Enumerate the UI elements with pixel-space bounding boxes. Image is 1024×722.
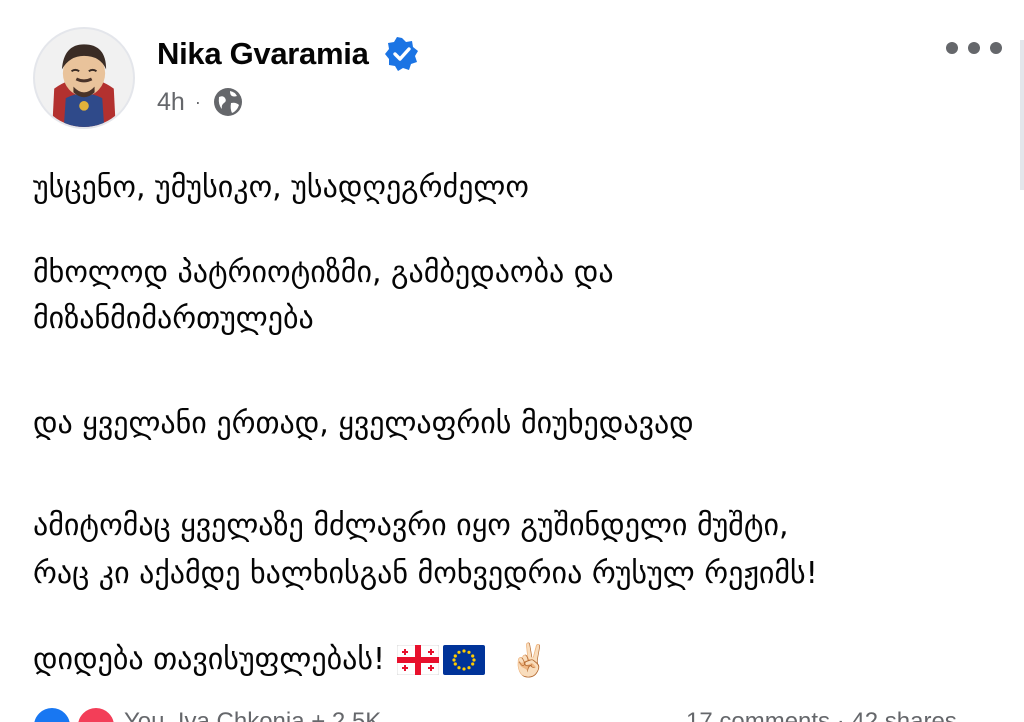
author-avatar[interactable] [33, 27, 135, 129]
post-paragraph: რაც კი აქამდე ხალხისგან მოხვედრია რუსულ … [33, 556, 818, 591]
post-paragraph: ამიტომაც ყველაზე მძლავრი იყო გუშინდელი მ… [33, 508, 789, 543]
flag-eu-icon [443, 645, 486, 675]
post-card: Nika Gvaramia 4h · უსცენო, უმუსიკო, უსად… [0, 0, 1024, 722]
post-paragraph: უსცენო, უმუსიკო, უსადღეგრძელო [33, 170, 529, 205]
love-reaction-icon[interactable] [76, 706, 116, 722]
more-dot-icon [946, 42, 958, 54]
post-timestamp[interactable]: 4h [157, 88, 185, 117]
more-dot-icon [990, 42, 1002, 54]
post-paragraph: მიზანმიმართულება [33, 301, 314, 336]
avatar-figure-icon [52, 44, 116, 127]
scroll-edge [1020, 40, 1024, 190]
like-reaction-icon[interactable] [32, 706, 72, 722]
author-name[interactable]: Nika Gvaramia [157, 36, 369, 72]
post-paragraph: დიდება თავისუფლებას! [33, 642, 386, 677]
more-options-button[interactable] [946, 38, 1002, 58]
post-paragraph: მხოლოდ პატრიოტიზმი, გამბედაობა და [33, 255, 614, 290]
flag-georgia-icon [397, 645, 440, 675]
globe-icon[interactable] [213, 87, 243, 117]
reaction-summary[interactable]: You, Iva Chkonia + 2.5K [124, 708, 381, 722]
post-paragraph: და ყველანი ერთად, ყველაფრის მიუხედავად [33, 406, 694, 441]
meta-separator: · [194, 91, 201, 112]
comment-share-stats[interactable]: 17 comments · 42 shares [686, 708, 957, 722]
verified-badge-icon [385, 37, 418, 71]
post-footer: You, Iva Chkonia + 2.5K 17 comments · 42… [0, 700, 1024, 722]
post-meta: 4h · [157, 86, 243, 118]
victory-hand-icon: ✌🏻 [509, 641, 549, 679]
post-closing-line: დიდება თავისუფლებას! ✌🏻 [33, 637, 549, 683]
more-dot-icon [968, 42, 980, 54]
